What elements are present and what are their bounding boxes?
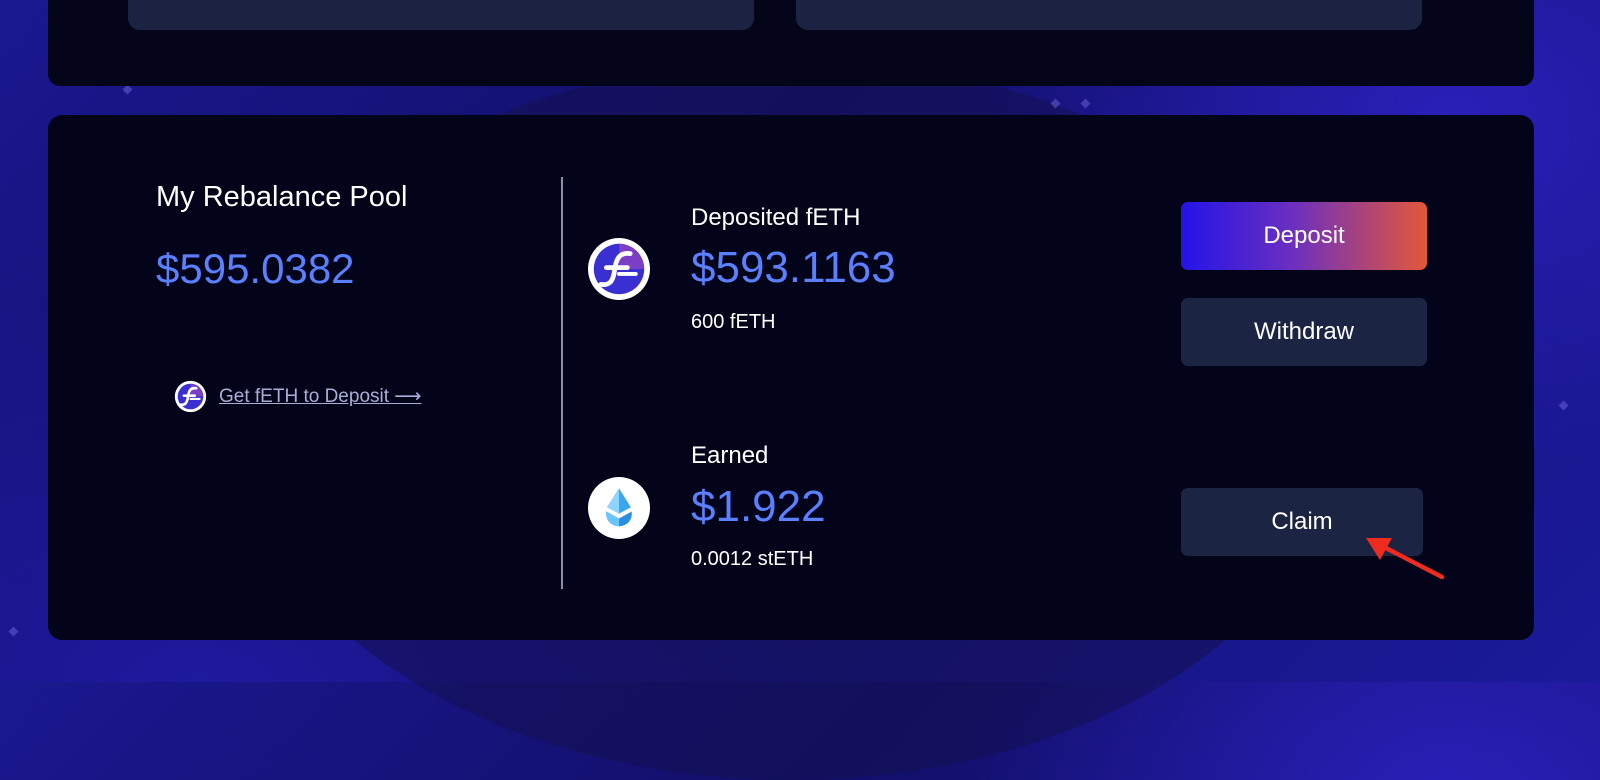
deposited-amount: 600 fETH	[691, 311, 776, 333]
top-card-left	[128, 0, 754, 30]
deposited-value: $593.1163	[691, 243, 896, 292]
steth-icon	[593, 482, 645, 534]
background-dot	[1080, 98, 1091, 109]
vertical-divider	[561, 177, 563, 589]
top-panel	[48, 0, 1534, 86]
annotation-arrow-icon	[1366, 538, 1445, 580]
background-dot	[1050, 98, 1061, 109]
steth-token-badge	[588, 477, 650, 539]
deposit-button[interactable]: Deposit	[1181, 202, 1427, 270]
earned-amount: 0.0012 stETH	[691, 548, 814, 570]
deposited-label: Deposited fETH	[691, 204, 861, 231]
background-dot	[1558, 400, 1569, 411]
pool-title: My Rebalance Pool	[156, 181, 408, 213]
rebalance-pool-panel: My Rebalance Pool $595.0382 Get fETH to …	[48, 115, 1534, 640]
background-dot	[8, 626, 19, 637]
earned-value: $1.922	[691, 482, 826, 531]
get-feth-link-text[interactable]: Get fETH to Deposit ⟶	[219, 385, 422, 408]
feth-token-badge	[588, 238, 650, 300]
pool-total-value: $595.0382	[156, 245, 355, 292]
withdraw-button[interactable]: Withdraw	[1181, 298, 1427, 366]
get-feth-link[interactable]: Get fETH to Deposit ⟶	[174, 380, 422, 413]
earned-label: Earned	[691, 442, 769, 469]
background-dot	[122, 84, 133, 95]
feth-icon	[593, 243, 645, 295]
feth-icon	[174, 380, 207, 413]
top-card-right	[796, 0, 1422, 30]
